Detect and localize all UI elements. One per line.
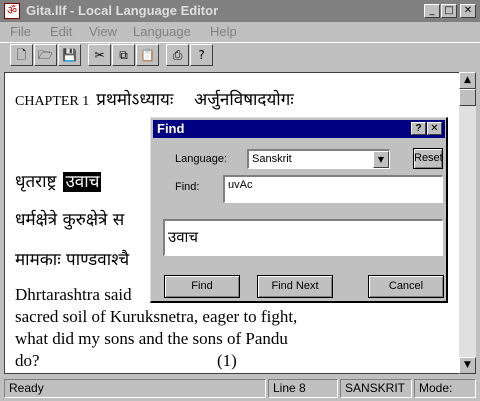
scroll-down-icon[interactable]: ▼ — [459, 357, 476, 374]
translation-line-4: do? — [15, 351, 40, 370]
language-label: Language: — [175, 153, 227, 165]
menu-view[interactable]: View — [89, 24, 117, 39]
app-icon[interactable]: ॐ — [4, 3, 20, 19]
window-title: Gita.llf - Local Language Editor — [26, 3, 219, 18]
chapter-label: CHAPTER 1 — [15, 94, 90, 109]
vertical-scrollbar[interactable]: ▲ ▼ — [459, 72, 476, 374]
status-language: SANSKRIT — [340, 379, 412, 398]
toolbar: 🗋 🗁 💾 ✂ ⧉ 📋 ⎙ ? — [0, 42, 480, 70]
close-button[interactable]: ✕ — [460, 4, 476, 18]
new-file-icon[interactable]: 🗋 — [10, 44, 33, 66]
minimize-button[interactable]: _ — [424, 4, 440, 18]
dialog-help-button[interactable]: ? — [411, 122, 426, 135]
chevron-down-icon[interactable]: ▼ — [373, 151, 389, 168]
verse-line-3: मामकाः पाण्डवाश्चै — [15, 250, 130, 270]
verse-line-1: धृतराष्ट्र उवाच — [15, 169, 102, 192]
scroll-thumb[interactable] — [459, 89, 476, 106]
cancel-button[interactable]: Cancel — [368, 275, 444, 298]
title-bar: ॐ Gita.llf - Local Language Editor _ □ ✕ — [0, 0, 480, 22]
find-title-bar[interactable]: Find ? ✕ — [153, 120, 445, 138]
language-select-value: Sanskrit — [252, 153, 292, 165]
find-input[interactable]: uvAc — [223, 175, 443, 203]
find-label: Find: — [175, 181, 200, 193]
menu-bar: File Edit View Language Help — [0, 22, 480, 42]
open-folder-icon[interactable]: 🗁 — [34, 44, 57, 66]
menu-language[interactable]: Language — [133, 24, 191, 39]
print-icon[interactable]: ⎙ — [166, 44, 189, 66]
status-bar: Ready Line 8 SANSKRIT Mode: — [0, 377, 480, 401]
save-icon[interactable]: 💾 — [58, 44, 81, 66]
find-button[interactable]: Find — [164, 275, 240, 298]
dialog-close-button[interactable]: ✕ — [427, 122, 442, 135]
menu-file[interactable]: File — [10, 24, 31, 39]
translation-line-3: what did my sons and the sons of Pandu — [15, 329, 288, 348]
toolbar-divider — [0, 42, 480, 43]
menu-help[interactable]: Help — [210, 24, 237, 39]
maximize-button[interactable]: □ — [441, 4, 457, 18]
copy-icon[interactable]: ⧉ — [112, 44, 135, 66]
scroll-up-icon[interactable]: ▲ — [459, 72, 476, 89]
help-icon[interactable]: ? — [190, 44, 213, 66]
find-next-button[interactable]: Find Next — [257, 275, 333, 298]
highlighted-match: उवाच — [63, 172, 102, 192]
verse-number: (1) — [217, 351, 237, 370]
preview-text: उवाच — [168, 228, 198, 246]
reset-button[interactable]: Reset — [413, 148, 443, 169]
chapter-title-sanskrit-2: अर्जुनविषादयोगः — [194, 90, 294, 110]
verse-line-2: धर्मक्षेत्रे कुरुक्षेत्रे स — [15, 210, 125, 230]
find-dialog-title: Find — [157, 121, 185, 136]
speaker-name: धृतराष्ट्र — [15, 172, 57, 192]
translation-line-1: Dhrtarashtra said — [15, 285, 132, 304]
status-ready: Ready — [4, 379, 266, 398]
status-mode: Mode: — [414, 379, 476, 398]
paste-icon[interactable]: 📋 — [136, 44, 159, 66]
language-select[interactable]: Sanskrit ▼ — [247, 149, 390, 169]
cut-icon[interactable]: ✂ — [88, 44, 111, 66]
chapter-heading: CHAPTER 1 प्रथमोऽध्यायः अर्जुनविषादयोगः — [15, 87, 294, 110]
status-line: Line 8 — [268, 379, 338, 398]
menu-edit[interactable]: Edit — [50, 24, 72, 39]
preview-box: उवाच — [163, 219, 443, 256]
find-dialog: Find ? ✕ Language: Sanskrit ▼ Reset Find… — [150, 117, 448, 303]
find-input-value: uvAc — [228, 179, 253, 191]
chapter-title-sanskrit-1: प्रथमोऽध्यायः — [96, 90, 174, 110]
translation-line-2: sacred soil of Kuruksnetra, eager to fig… — [15, 307, 298, 326]
